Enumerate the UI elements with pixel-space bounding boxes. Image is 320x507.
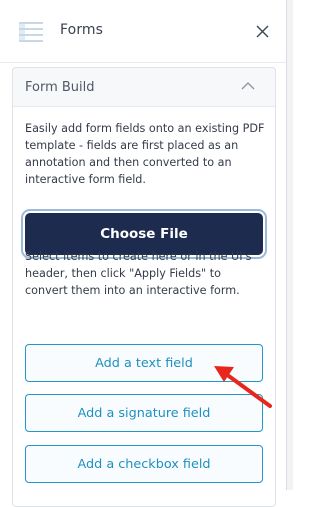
add-checkbox-field-button[interactable]: Add a checkbox field [25,445,263,483]
hamburger-list-icon[interactable] [18,19,44,45]
panel-header: Forms [0,0,286,63]
panel-title: Forms [60,22,104,38]
add-text-field-button[interactable]: Add a text field [25,344,263,382]
close-icon[interactable] [255,24,270,39]
add-signature-field-button[interactable]: Add a signature field [25,394,263,432]
forms-panel: Forms Form Build Easily add form fields … [0,0,287,507]
form-build-title: Form Build [25,80,95,95]
form-build-card: Form Build Easily add form fields onto a… [12,67,276,507]
form-build-description: Easily add form fields onto an existing … [25,122,265,186]
form-build-header[interactable]: Form Build [13,68,275,107]
right-scroll-area [287,0,293,490]
chevron-up-icon[interactable] [241,81,255,91]
instructions-text: Select items to create here or in the UI… [25,250,252,297]
